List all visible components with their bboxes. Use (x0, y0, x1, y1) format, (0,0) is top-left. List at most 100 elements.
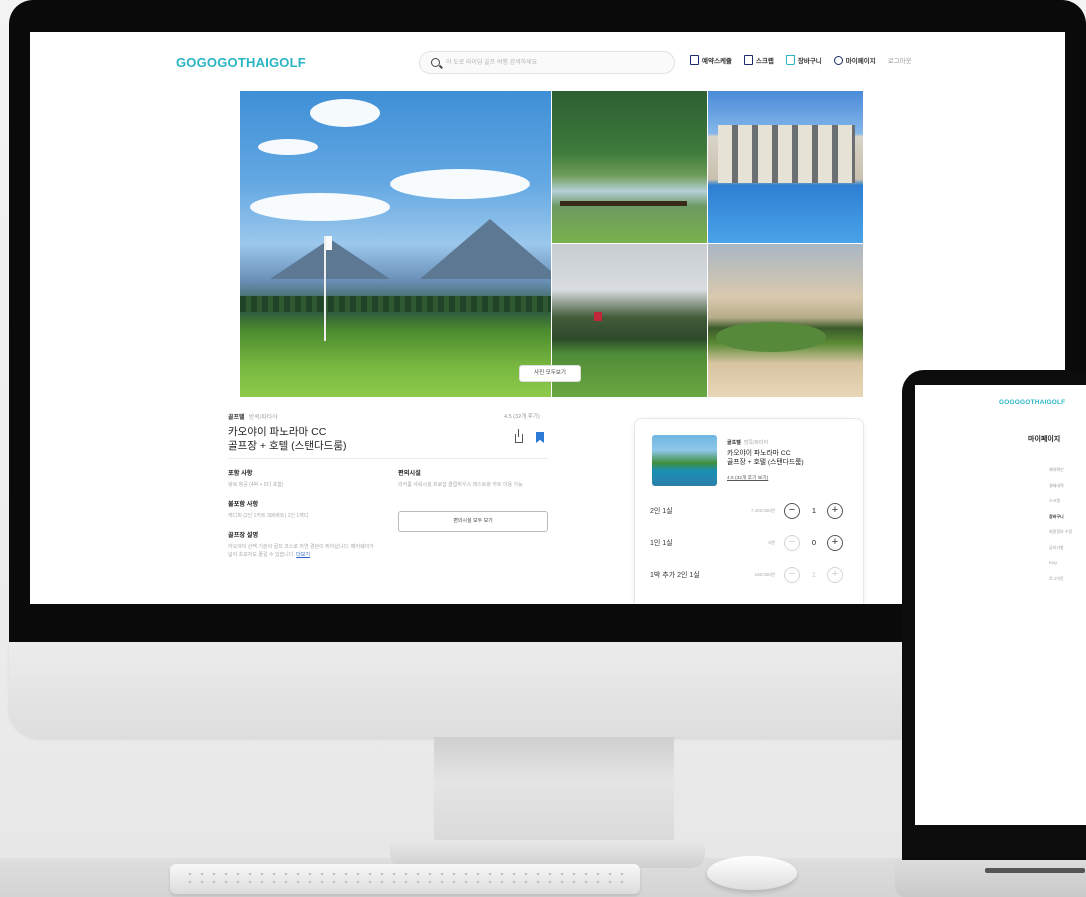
green-shape (716, 322, 826, 352)
red-flag-shape (594, 312, 602, 321)
share-icon[interactable] (515, 429, 523, 443)
bookmark-icon (743, 55, 753, 65)
divider (228, 458, 548, 459)
section-text-excluded: 캐디피 (2인 1카트 300바트) 1인 1캐디 (228, 513, 309, 519)
decrement-button[interactable]: − (784, 503, 800, 519)
product-category: 골프텔 방콕/파타야 (228, 412, 548, 421)
top-navbar: GOGOGOTHAIGOLF 예약스케쥴 스크랩 장바구니 마이페이지 (30, 32, 1065, 87)
laptop-menu-item-active[interactable]: 장바구니 (1049, 509, 1072, 525)
laptop-base (895, 860, 1086, 897)
product-rating[interactable]: 4.5 (32개 후기) (504, 412, 540, 420)
nav-logout[interactable]: 로그아웃 (888, 55, 912, 65)
category-sub: 방콕/파타야 (248, 415, 278, 421)
nav-cart[interactable]: 장바구니 (785, 55, 822, 65)
site-logo[interactable]: GOGOGOTHAIGOLF (176, 55, 306, 70)
nav-schedule-label: 예약스케쥴 (702, 58, 732, 65)
nav-links: 예약스케쥴 스크랩 장바구니 마이페이지 로그아웃 (690, 55, 912, 65)
mouse (707, 856, 797, 890)
option-row: 1인 1실 0원 − 0 + (650, 533, 855, 553)
booking-rating-link[interactable]: 4.5 (32개 후기 보기) (727, 474, 768, 481)
calendar-icon (690, 55, 699, 65)
option-row: 1박 추가 2인 1실 150,000원 − 1 + (650, 565, 855, 585)
booking-card: 골프텔 방콕/파타야 카오야이 파노라마 CC 골프장 + 호텔 (스탠다드룸) … (634, 418, 864, 604)
photo-bunker[interactable] (708, 244, 863, 397)
laptop-menu-item[interactable]: FAQ (1049, 555, 1072, 571)
golf-flag (324, 236, 332, 341)
increment-button[interactable]: + (827, 503, 843, 519)
mountain-shape (420, 219, 551, 279)
cart-icon (785, 55, 795, 65)
decrement-button[interactable]: − (784, 567, 800, 583)
bookmark-icon[interactable] (536, 432, 544, 443)
option-label: 1박 추가 2인 1실 (650, 572, 700, 579)
product-title-line2: 골프장 + 호텔 (스탠다드룸) (228, 440, 347, 452)
nav-cart-label: 장바구니 (797, 58, 822, 65)
nav-mypage[interactable]: 마이페이지 (833, 55, 876, 65)
search-input[interactable] (446, 54, 666, 71)
booking-name-line1: 카오야이 파노라마 CC (727, 450, 791, 457)
quantity-value: 1 (811, 570, 817, 579)
option-price: 150,000원 (754, 572, 775, 577)
decrement-button[interactable]: − (784, 535, 800, 551)
photo-gallery (240, 91, 863, 397)
option-row: 2인 1실 7,400,000원 − 1 + (650, 501, 855, 521)
cloud-shape (258, 139, 318, 155)
section-title-description: 골프장 설명 (228, 532, 259, 539)
laptop-menu: 예약확인 결제내역 스크랩 장바구니 회원정보 수정 공지사항 FAQ 로그아웃 (1049, 462, 1072, 586)
laptop-page-title: 마이페이지 (1028, 436, 1061, 443)
villa-shape (718, 125, 855, 183)
booking-category-label: 골프텔 (727, 440, 741, 446)
facilities-column: 편의시설 라커룸 샤워시설 프로샵 클럽하우스 레스토랑 카트 이용 가능 (398, 468, 548, 499)
more-link[interactable]: 더보기 (296, 552, 310, 558)
laptop-menu-item[interactable]: 스크랩 (1049, 493, 1072, 509)
option-price: 0원 (768, 540, 775, 545)
nav-scrap-label: 스크랩 (755, 58, 774, 65)
view-all-photos-button[interactable]: 사진 모두보기 (519, 365, 581, 382)
option-price: 7,400,000원 (750, 508, 775, 513)
section-title-included: 포함 사항 (228, 470, 253, 477)
nav-scrap[interactable]: 스크랩 (743, 55, 774, 65)
nav-mypage-label: 마이페이지 (845, 58, 876, 65)
section-text-included: 왕복 항공 (4박 + 5다 포함) (228, 482, 284, 488)
cloud-shape (310, 99, 380, 127)
laptop-menu-item[interactable]: 결제내역 (1049, 478, 1072, 494)
section-text-description: 카오야이 산맥 기슭의 골프 코스로 자연 경관이 뛰어납니다. 페어웨이가 넓… (228, 543, 378, 559)
booking-product-name: 카오야이 파노라마 CC 골프장 + 호텔 (스탠다드룸) (727, 449, 804, 467)
product-info: 골프텔 방콕/파타야 4.5 (32개 후기) 카오야이 파노라마 CC 골프장 … (228, 412, 548, 604)
treeline (240, 296, 551, 312)
product-title: 카오야이 파노라마 CC 골프장 + 호텔 (스탠다드룸) (228, 425, 346, 453)
search-bar[interactable] (419, 51, 675, 74)
increment-button[interactable]: + (827, 567, 843, 583)
search-icon (431, 58, 440, 67)
laptop-menu-item[interactable]: 예약확인 (1049, 462, 1072, 478)
option-label: 2인 1실 (650, 508, 673, 515)
booking-category: 골프텔 방콕/파타야 (727, 439, 768, 446)
imac-stand (434, 737, 674, 847)
booking-name-line2: 골프장 + 호텔 (스탠다드룸) (727, 459, 804, 466)
photo-lake-bridge[interactable] (552, 91, 707, 243)
view-all-facilities-button[interactable]: 편의시설 모두 보기 (398, 511, 548, 532)
keyboard (170, 864, 640, 894)
laptop-logo[interactable]: GOGOGOTHAIGOLF (999, 399, 1065, 406)
laptop-screen: GOGOGOTHAIGOLF 마이페이지 예약확인 결제내역 스크랩 장바구니 … (915, 385, 1086, 825)
section-title-excluded: 불포함 사항 (228, 501, 259, 508)
nav-logout-label: 로그아웃 (887, 58, 912, 65)
product-title-line1: 카오야이 파노라마 CC (228, 426, 327, 438)
laptop-menu-item[interactable]: 공지사항 (1049, 540, 1072, 556)
photo-hotel-pool[interactable] (708, 91, 863, 243)
quantity-value: 0 (811, 538, 817, 547)
section-title-facilities: 편의시설 (398, 470, 421, 477)
quantity-value: 1 (811, 506, 817, 515)
nav-schedule[interactable]: 예약스케쥴 (690, 55, 732, 65)
booking-thumbnail (652, 435, 717, 486)
category-label: 골프텔 (228, 415, 245, 421)
cloud-shape (390, 169, 530, 199)
increment-button[interactable]: + (827, 535, 843, 551)
main-photo-golf-course[interactable] (240, 91, 551, 397)
laptop-menu-item[interactable]: 회원정보 수정 (1049, 524, 1072, 540)
option-label: 1인 1실 (650, 540, 673, 547)
bridge-shape (560, 201, 687, 206)
section-text-facilities: 라커룸 샤워시설 프로샵 클럽하우스 레스토랑 카트 이용 가능 (398, 482, 523, 488)
laptop-menu-item[interactable]: 로그아웃 (1049, 571, 1072, 587)
user-icon (833, 55, 843, 65)
